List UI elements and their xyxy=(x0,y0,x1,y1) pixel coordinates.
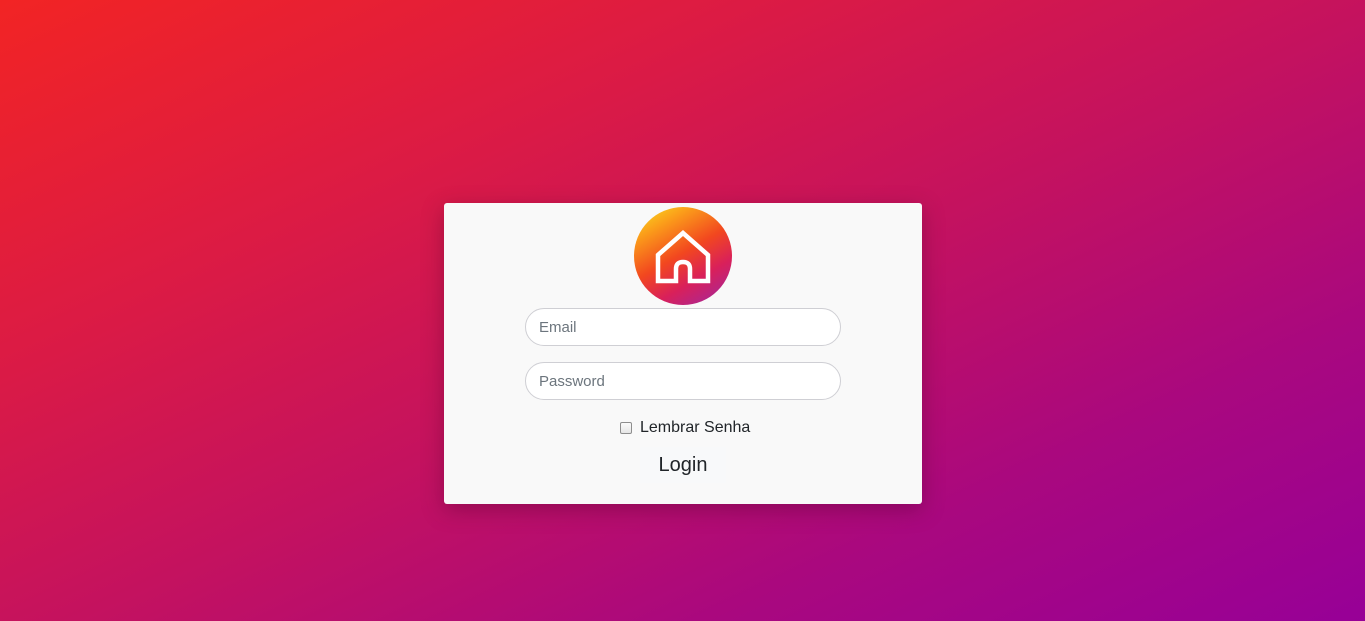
remember-password[interactable]: Lembrar Senha xyxy=(620,419,750,437)
remember-label: Lembrar Senha xyxy=(640,419,751,436)
remember-checkbox[interactable] xyxy=(620,422,632,434)
login-card: Lembrar Senha Login xyxy=(444,203,922,504)
password-field[interactable] xyxy=(525,362,841,400)
app-logo xyxy=(634,207,732,305)
login-button[interactable]: Login xyxy=(640,447,726,483)
house-icon xyxy=(655,230,711,284)
email-field[interactable] xyxy=(525,308,841,346)
